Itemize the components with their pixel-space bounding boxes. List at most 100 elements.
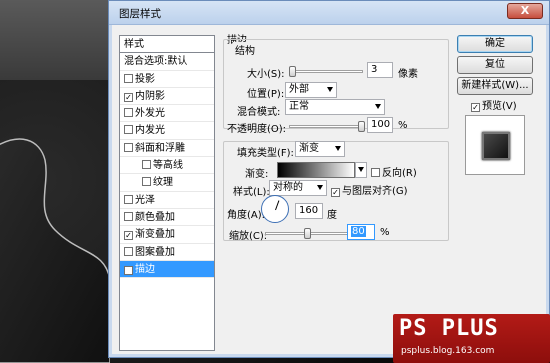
style-item-label: 描边	[135, 263, 155, 275]
angle-dial[interactable]	[261, 195, 289, 223]
checkbox-icon[interactable]	[124, 246, 133, 256]
style-item[interactable]: 内发光	[120, 122, 214, 140]
checkbox-icon[interactable]	[142, 160, 151, 170]
align-label: 与图层对齐(G)	[342, 186, 408, 197]
scale-value: 80	[351, 226, 366, 237]
fill-type-select[interactable]: 渐变	[295, 141, 345, 157]
style-item-label: 投影	[135, 73, 155, 85]
opacity-label: 不透明度(O):	[227, 124, 287, 135]
size-input[interactable]: 3	[367, 62, 393, 78]
watermark-url: psplus.blog.163.com	[401, 346, 495, 356]
checkbox-icon[interactable]	[124, 108, 133, 118]
checkbox-icon[interactable]	[124, 125, 133, 135]
style-item[interactable]: ✓ 内阴影	[120, 88, 214, 106]
scale-unit: %	[380, 227, 390, 238]
align-check-icon: ✓	[331, 188, 340, 197]
style-item-label: 内发光	[135, 125, 165, 137]
gradient-swatch[interactable]	[277, 162, 355, 178]
style-item[interactable]: 外发光	[120, 105, 214, 123]
opacity-input[interactable]: 100	[367, 117, 393, 133]
preview-thumbnail	[482, 132, 510, 160]
reverse-check-icon	[371, 168, 380, 177]
angle-input[interactable]: 160	[295, 203, 323, 219]
dialog-title: 图层样式	[119, 8, 161, 20]
scale-slider[interactable]	[265, 228, 349, 239]
style-item[interactable]: 投影	[120, 71, 214, 88]
structure-title: 结构	[233, 42, 257, 57]
chevron-down-icon	[317, 185, 323, 190]
blend-options-item[interactable]: 混合选项:默认	[120, 53, 214, 71]
style-item[interactable]: ✓ 渐变叠加	[120, 226, 214, 244]
position-label: 位置(P):	[247, 89, 285, 100]
fill-type-value: 渐变	[299, 143, 319, 154]
stroked-shape-artwork	[0, 138, 110, 363]
scale-input[interactable]: 80	[347, 224, 375, 240]
checkbox-icon[interactable]	[124, 211, 133, 221]
reverse-label: 反向(R)	[382, 168, 417, 179]
checkbox-icon[interactable]: ✓	[124, 231, 133, 241]
style-item[interactable]: 图案叠加	[120, 244, 214, 261]
style-item-label: 图案叠加	[135, 246, 175, 258]
preview-checkbox[interactable]: ✓ 预览(V)	[471, 97, 517, 112]
style-label: 样式(L):	[233, 187, 270, 198]
checkbox-icon[interactable]	[124, 73, 133, 83]
blend-mode-label: 混合模式:	[237, 107, 281, 118]
blend-mode-value: 正常	[289, 101, 309, 112]
size-unit: 像素	[398, 69, 418, 80]
style-item[interactable]: 斜面和浮雕	[120, 140, 214, 158]
chevron-down-icon	[327, 87, 333, 92]
styles-list: 样式 混合选项:默认 投影 ✓ 内阴影 外发光 内发光 斜面和浮雕 等高线 纹理 光泽 颜色叠加 ✓…	[119, 35, 215, 351]
checkbox-icon[interactable]	[142, 177, 151, 187]
opacity-slider-thumb[interactable]	[358, 121, 365, 132]
style-item-label: 内阴影	[135, 90, 165, 102]
style-item-label: 渐变叠加	[135, 229, 175, 241]
opacity-slider[interactable]	[289, 121, 365, 132]
size-slider-thumb[interactable]	[289, 66, 296, 77]
close-button[interactable]: X	[507, 3, 543, 19]
checkbox-icon[interactable]: ✓	[124, 265, 133, 275]
size-slider[interactable]	[289, 66, 363, 77]
chevron-down-icon	[358, 167, 364, 172]
chevron-down-icon	[375, 104, 381, 109]
style-item-label: 外发光	[135, 108, 165, 120]
ok-button[interactable]: 确定	[457, 35, 533, 53]
watermark-title: PS PLUS	[399, 316, 499, 341]
align-with-layer-checkbox[interactable]: ✓ 与图层对齐(G)	[331, 182, 408, 197]
checkbox-icon[interactable]	[124, 194, 133, 204]
angle-dial-hand	[275, 200, 280, 211]
position-select[interactable]: 外部	[285, 82, 337, 98]
style-preview	[465, 115, 525, 175]
new-style-button[interactable]: 新建样式(W)...	[457, 77, 533, 95]
preview-check-icon: ✓	[471, 103, 480, 112]
angle-unit: 度	[327, 210, 337, 221]
size-label: 大小(S):	[247, 69, 285, 80]
gradient-style-select[interactable]: 对称的	[269, 180, 327, 196]
style-item[interactable]: 等高线	[120, 157, 214, 175]
blend-mode-select[interactable]: 正常	[285, 99, 385, 115]
style-item[interactable]: 纹理	[120, 174, 214, 192]
checkbox-icon[interactable]: ✓	[124, 92, 133, 102]
style-item[interactable]: ✓ 描边	[120, 260, 214, 279]
styles-header[interactable]: 样式	[120, 36, 214, 54]
gradient-picker-dropdown[interactable]	[355, 162, 367, 178]
chevron-down-icon	[335, 146, 341, 151]
scale-slider-thumb[interactable]	[304, 228, 311, 239]
style-item[interactable]: 颜色叠加	[120, 209, 214, 227]
style-item-label: 斜面和浮雕	[135, 142, 185, 154]
reset-button[interactable]: 复位	[457, 56, 533, 74]
opacity-unit: %	[398, 120, 408, 131]
dialog-client: 样式 混合选项:默认 投影 ✓ 内阴影 外发光 内发光 斜面和浮雕 等高线 纹理 光泽 颜色叠加 ✓…	[115, 29, 543, 351]
fill-type-label: 填充类型(F):	[235, 144, 296, 159]
style-item-label: 等高线	[153, 160, 183, 172]
scale-label: 缩放(C):	[229, 231, 268, 242]
gradient-label: 渐变:	[245, 169, 269, 180]
style-item-label: 纹理	[153, 177, 173, 189]
reverse-checkbox[interactable]: 反向(R)	[371, 164, 417, 179]
style-item[interactable]: 光泽	[120, 192, 214, 209]
angle-label: 角度(A):	[227, 210, 266, 221]
dialog-titlebar[interactable]: 图层样式 X	[109, 1, 549, 25]
style-item-label: 光泽	[135, 194, 155, 206]
checkbox-icon[interactable]	[124, 142, 133, 152]
position-value: 外部	[289, 84, 309, 95]
layer-style-dialog: 图层样式 X 样式 混合选项:默认 投影 ✓ 内阴影 外发光 内发光 斜面和浮雕 等高线 纹理…	[108, 0, 550, 358]
